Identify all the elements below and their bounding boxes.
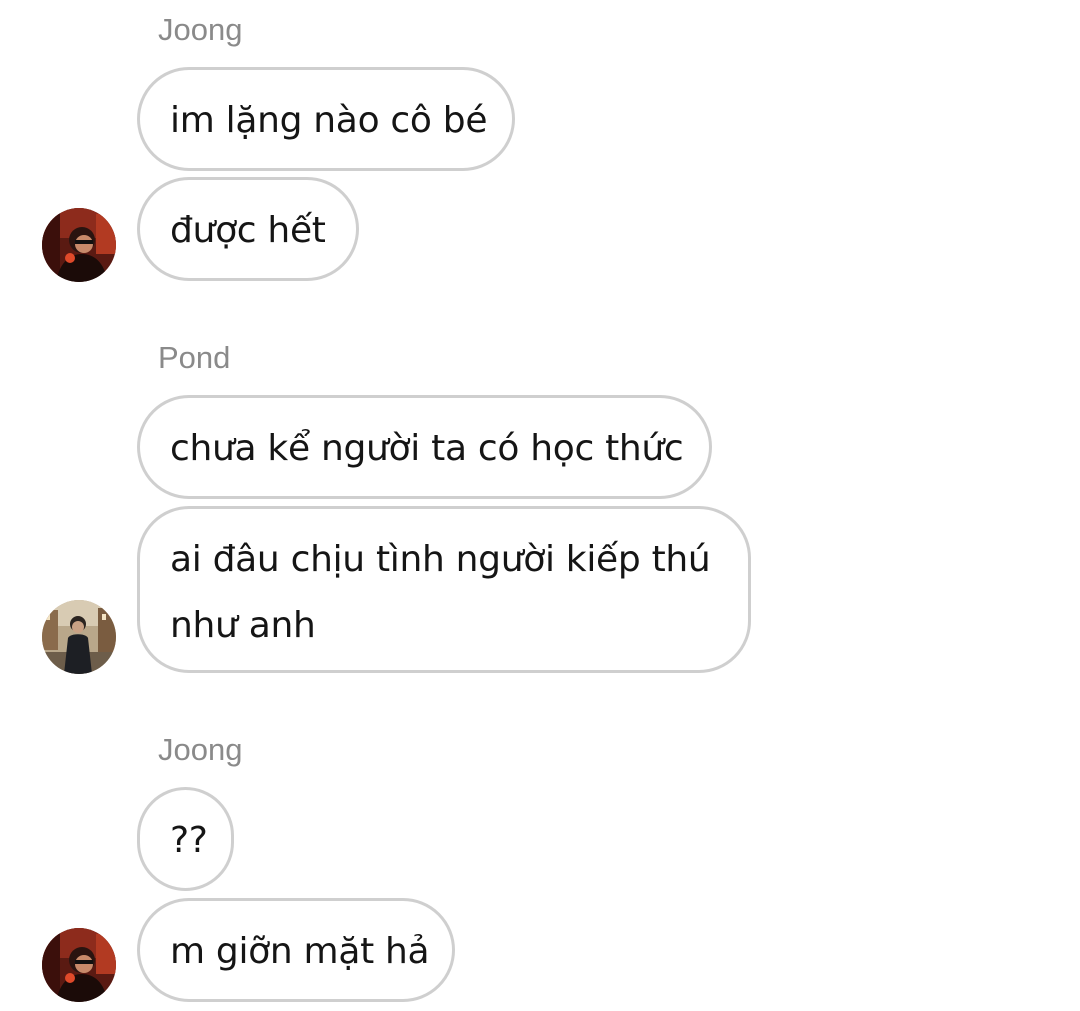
message-text: ??: [170, 820, 208, 861]
message-bubble[interactable]: được hết: [137, 177, 359, 281]
message-bubble[interactable]: m giỡn mặt hả: [137, 898, 455, 1002]
message-bubble[interactable]: ??: [137, 787, 234, 891]
sender-name: Joong: [158, 12, 243, 47]
avatar-joong[interactable]: [42, 208, 116, 282]
sender-name: Pond: [158, 340, 231, 375]
message-bubble[interactable]: im lặng nào cô bé: [137, 67, 515, 171]
avatar-joong[interactable]: [42, 928, 116, 1002]
message-text: được hết: [170, 210, 326, 251]
person-photo-red-icon: [42, 928, 116, 1002]
message-bubble[interactable]: chưa kể người ta có học thức: [137, 395, 712, 499]
person-photo-red-icon: [42, 208, 116, 282]
message-text: ai đâu chịu tình người kiếp thú như anh: [170, 539, 711, 646]
message-text: chưa kể người ta có học thức: [170, 428, 684, 469]
avatar-pond[interactable]: [42, 600, 116, 674]
message-bubble[interactable]: ai đâu chịu tình người kiếp thú như anh: [137, 506, 751, 673]
sender-name: Joong: [158, 732, 243, 767]
message-text: m giỡn mặt hả: [170, 931, 430, 972]
person-photo-street-icon: [42, 600, 116, 674]
message-text: im lặng nào cô bé: [170, 100, 488, 141]
